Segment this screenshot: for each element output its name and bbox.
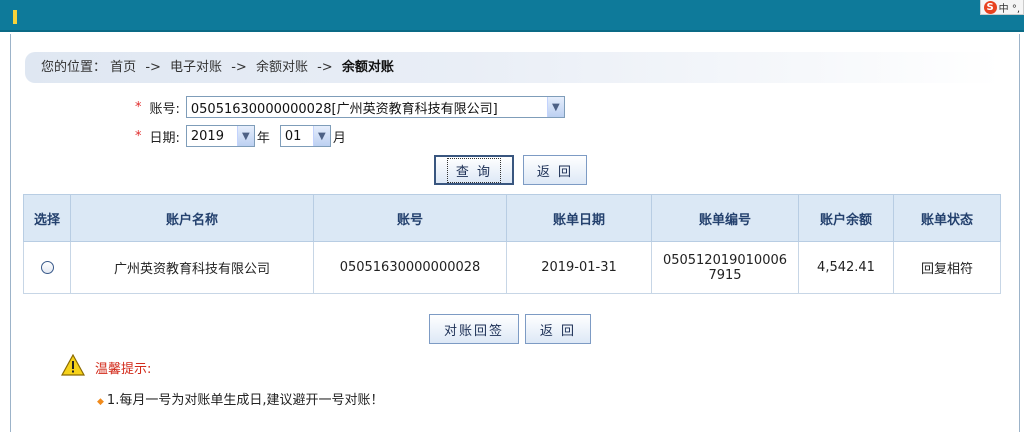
reconciliation-table: 选择 账户名称 账号 账单日期 账单编号 账户余额 账单状态 广州英资教育科技有…: [23, 194, 1001, 294]
breadcrumb-prefix: 您的位置：: [41, 60, 107, 75]
breadcrumb-separator: ->: [231, 60, 247, 75]
diamond-bullet-icon: ◆: [97, 397, 104, 407]
account-select-value: 05051630000000028[广州英资教育科技有限公司]: [190, 101, 498, 117]
breadcrumb-item-home[interactable]: 首页: [110, 60, 136, 75]
topbar-accent-mark: [13, 10, 17, 24]
column-header: 选择: [23, 194, 71, 242]
chevron-down-icon[interactable]: ▼: [546, 97, 564, 117]
date-label: 日期:: [149, 130, 180, 146]
reply-button-label: 对账回签: [443, 323, 504, 339]
select-cell: [23, 241, 71, 294]
bill-number-line1: 050512019010006: [662, 252, 788, 268]
account-row: * 账号: 05051630000000028[广州英资教育科技有限公司] ▼: [135, 96, 565, 118]
table-header-row: 选择 账户名称 账号 账单日期 账单编号 账户余额 账单状态: [23, 194, 1001, 242]
breadcrumb-item-balance-reconciliation[interactable]: 余额对账: [256, 60, 308, 75]
ime-toolbar[interactable]: S 中 °,: [979, 0, 1024, 15]
month-select-value: 01: [284, 128, 302, 144]
month-select[interactable]: 01 ▼: [279, 125, 331, 147]
account-select[interactable]: 05051630000000028[广州英资教育科技有限公司] ▼: [185, 96, 565, 118]
column-header: 账单状态: [893, 194, 1001, 242]
date-row: * 日期: 2019 ▼ 年 01 ▼ 月: [135, 125, 346, 147]
month-unit: 月: [332, 130, 346, 146]
column-header: 账单编号: [651, 194, 799, 242]
account-number-cell: 05051630000000028: [313, 241, 507, 294]
back-button-label: 返 回: [536, 164, 574, 180]
account-name-cell: 广州英资教育科技有限公司: [70, 241, 314, 294]
back-button[interactable]: 返 回: [523, 155, 587, 185]
query-button-label: 查 询: [446, 157, 502, 183]
breadcrumb: 您的位置： 首页 -> 电子对账 -> 余额对账 -> 余额对账: [25, 52, 1001, 83]
query-button[interactable]: 查 询: [434, 155, 514, 185]
tip-item-text: 1.每月一号为对账单生成日,建议避开一号对账！: [106, 393, 384, 408]
bill-number-line2: 7915: [708, 267, 742, 283]
chevron-down-icon[interactable]: ▼: [312, 126, 330, 146]
bill-date-cell: 2019-01-31: [506, 241, 652, 294]
year-select[interactable]: 2019 ▼: [185, 125, 255, 147]
ime-label: 中 °,: [998, 3, 1020, 15]
chevron-down-icon[interactable]: ▼: [236, 126, 254, 146]
bill-number-cell: 050512019010006 7915: [651, 241, 799, 294]
year-select-value: 2019: [190, 128, 224, 144]
required-mark: *: [135, 128, 142, 144]
column-header: 账户名称: [70, 194, 314, 242]
account-label: 账号:: [149, 101, 180, 117]
breadcrumb-current: 余额对账: [341, 60, 394, 75]
status-cell: 回复相符: [893, 241, 1001, 294]
year-unit: 年: [256, 130, 270, 146]
top-bar: S 中 °,: [0, 0, 1024, 32]
balance-cell: 4,542.41: [798, 241, 894, 294]
tip-title: 温馨提示:: [95, 362, 152, 377]
tip-item: ◆ 1.每月一号为对账单生成日,建议避开一号对账！: [97, 389, 383, 408]
breadcrumb-separator: ->: [145, 60, 161, 75]
row-select-radio[interactable]: [40, 261, 54, 274]
breadcrumb-item-e-reconciliation[interactable]: 电子对账: [170, 60, 222, 75]
column-header: 账户余额: [798, 194, 894, 242]
required-mark: *: [135, 99, 142, 115]
warning-icon: [61, 354, 85, 376]
column-header: 账号: [313, 194, 507, 242]
breadcrumb-separator: ->: [317, 60, 333, 75]
back-button-bottom-label: 返 回: [539, 323, 577, 339]
column-header: 账单日期: [506, 194, 652, 242]
reply-button[interactable]: 对账回签: [429, 314, 519, 344]
content-panel: 您的位置： 首页 -> 电子对账 -> 余额对账 -> 余额对账 * 账号: 0…: [10, 34, 1020, 432]
back-button-bottom[interactable]: 返 回: [525, 314, 591, 344]
table-row[interactable]: 广州英资教育科技有限公司 05051630000000028 2019-01-3…: [23, 241, 1001, 294]
ime-logo-icon: S: [983, 0, 997, 14]
